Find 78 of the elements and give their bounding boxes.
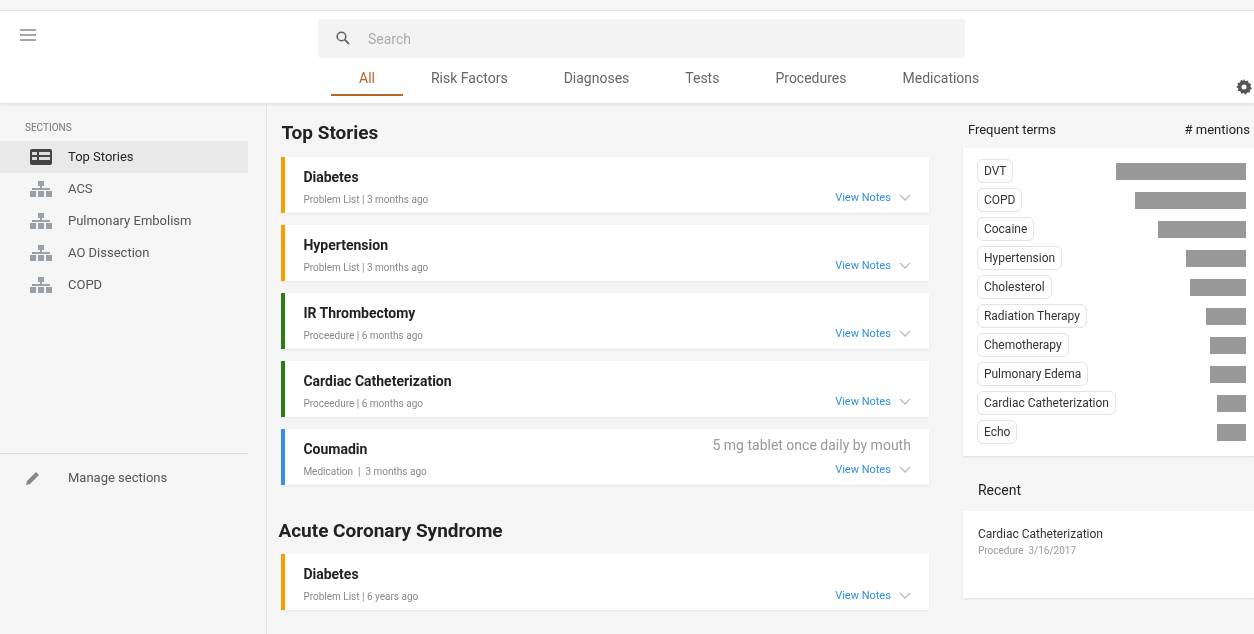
mentions-bar [1206,307,1246,325]
chevron-down-icon[interactable] [898,591,911,600]
search-field[interactable]: Search [318,19,965,58]
story-card[interactable]: Diabetes Problem List | 3 months ago View Notes [281,156,929,213]
view-notes-link[interactable]: View Notes [835,258,891,275]
story-title: Cardiac Catheterization [303,371,453,391]
term-chip[interactable]: Cardiac Catheterization [976,391,1116,415]
chevron-down-icon[interactable] [898,330,911,339]
view-notes-link[interactable]: View Notes [835,326,891,343]
mentions-column-label: # mentions [1184,121,1250,139]
chevron-down-icon[interactable] [898,398,911,407]
story-meta: Medication | 3 months ago [303,464,428,479]
story-card[interactable]: Diabetes Problem List | 6 years ago View Notes [281,554,929,610]
chevron-down-icon[interactable] [898,194,911,203]
story-card[interactable]: Cardiac Catheterization Proceedure | 6 months ago View Notes [281,360,929,417]
sidebar-item[interactable]: Top Stories [0,141,248,173]
story-meta: Problem List | 6 years ago [303,590,420,604]
sidebar-item[interactable]: COPD [0,269,248,301]
term-chip[interactable]: Radiation Therapy [976,304,1087,328]
story-card[interactable]: IR Thrombectomy Proceedure | 6 months ago View Notes [281,292,929,349]
tab[interactable]: Tests [657,63,748,96]
story-card[interactable]: Coumadin Medication | 3 months ago 5 mg tablet once daily by mouth View Notes [281,428,929,485]
view-notes-link[interactable]: View Notes [835,190,891,207]
term-chip[interactable]: Hypertension [976,246,1063,270]
tab[interactable]: Medications [874,63,1008,96]
dosage-text: 5 mg tablet once daily by mouth [712,435,911,455]
recent-item-title[interactable]: Cardiac Catheterization [977,524,1254,543]
sidebar-heading: SECTIONS [24,121,73,135]
section-title: Top Stories [281,120,380,146]
story-title: Hypertension [303,235,390,255]
view-notes-link[interactable]: View Notes [835,587,891,604]
hierarchy-icon [30,181,52,197]
view-notes-link[interactable]: View Notes [835,462,891,479]
mentions-bar [1186,249,1246,267]
tab[interactable]: Risk Factors [402,63,536,96]
story-title: Coumadin [303,439,369,459]
term-chip[interactable]: Cholesterol [976,275,1052,299]
term-chip[interactable]: Pulmonary Edema [976,362,1089,386]
recent-item-meta: Procedure 3/16/2017 [977,543,1078,558]
chevron-down-icon[interactable] [898,466,911,475]
section-title: Acute Coronary Syndrome [278,517,504,544]
view-notes-link[interactable]: View Notes [835,394,891,411]
mentions-bar [1210,336,1246,354]
story-meta: Proceedure | 6 months ago [303,328,424,343]
settings-icon[interactable] [1236,79,1252,95]
story-title: Diabetes [303,167,360,187]
story-meta: Problem List | 3 months ago [303,260,430,275]
story-title: IR Thrombectomy [303,303,417,323]
hierarchy-icon [30,277,52,293]
manage-sections-link[interactable]: Manage sections [68,468,168,488]
story-card[interactable]: Hypertension Problem List | 3 months ago View Notes [281,224,929,281]
pencil-icon[interactable] [25,469,41,486]
search-icon [336,31,350,45]
chevron-down-icon[interactable] [898,262,911,271]
term-chip[interactable]: DVT [976,159,1014,183]
tab[interactable]: Procedures [747,63,875,96]
story-meta: Problem List | 3 months ago [303,192,430,207]
hierarchy-icon [30,245,52,261]
menu-icon[interactable] [20,29,36,41]
mentions-bar [1210,365,1246,383]
story-meta: Proceedure | 6 months ago [303,396,424,411]
story-title: Diabetes [303,565,360,584]
tab[interactable]: All [331,63,403,96]
mentions-bar [1217,394,1246,412]
sidebar-item[interactable]: Pulmonary Embolism [0,205,248,237]
term-chip[interactable]: COPD [976,188,1023,212]
frequent-terms-title: Frequent terms [967,121,1056,139]
sidebar-item[interactable]: ACS [0,173,248,205]
sidebar-item[interactable]: AO Dissection [0,237,248,269]
term-chip[interactable]: Echo [976,420,1018,444]
list-icon [30,149,52,165]
term-chip[interactable]: Cocaine [976,217,1035,241]
term-chip[interactable]: Chemotherapy [976,333,1069,357]
mentions-bar [1190,278,1246,296]
hierarchy-icon [30,213,52,229]
recent-title: Recent [976,480,1023,500]
mentions-bar [1217,423,1246,441]
tab[interactable]: Diagnoses [535,63,658,96]
